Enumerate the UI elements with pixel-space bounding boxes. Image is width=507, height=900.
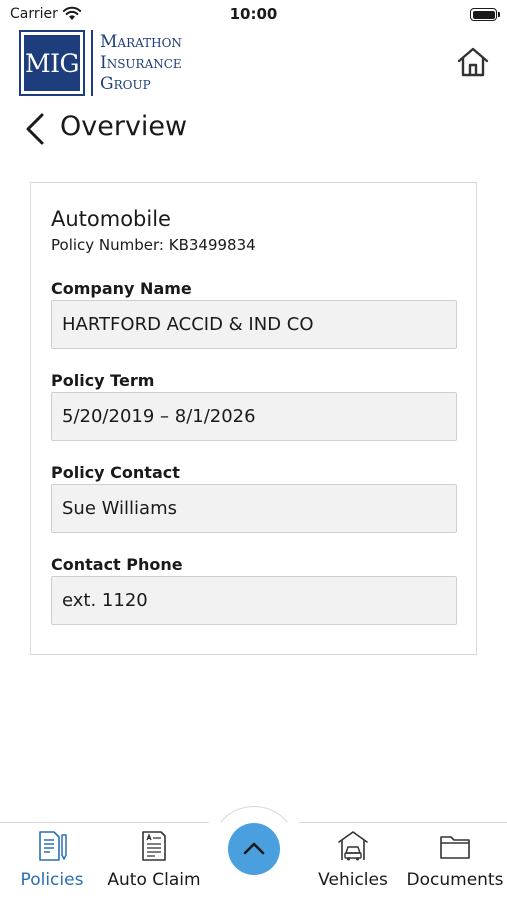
logo-line-3: Group — [100, 74, 151, 94]
tab-label-vehicles: Vehicles — [318, 870, 388, 890]
logo-wordmark: Marathon Insurance Group — [100, 32, 182, 95]
policy-number: Policy Number: KB3499834 — [51, 236, 256, 254]
folder-icon — [440, 836, 470, 859]
tab-label-policies: Policies — [20, 870, 84, 890]
logo-line-2: Insurance — [100, 53, 182, 73]
status-time: 10:00 — [229, 5, 278, 23]
battery-icon — [470, 8, 500, 21]
policy-type: Automobile — [51, 207, 171, 231]
tab-policies[interactable]: Policies — [8, 823, 96, 900]
policy-card: Automobile Policy Number: KB3499834 Comp… — [30, 182, 477, 655]
page-title: Overview — [60, 111, 188, 142]
tab-documents[interactable]: Documents — [405, 823, 505, 900]
company-name-label: Company Name — [51, 279, 192, 298]
logo-divider — [91, 30, 93, 96]
policy-term-label: Policy Term — [51, 371, 155, 390]
policy-document-icon — [39, 831, 67, 861]
chevron-up-icon — [243, 842, 265, 855]
auto-claim-form-icon — [142, 831, 166, 861]
policy-term-field: 5/20/2019 – 8/1/2026 — [51, 392, 457, 441]
logo-mark: MIG — [19, 30, 85, 96]
expand-menu-button[interactable] — [228, 823, 280, 875]
company-logo: MIG Marathon Insurance Group — [19, 30, 219, 96]
back-chevron-icon[interactable] — [22, 112, 50, 146]
contact-phone-field: ext. 1120 — [51, 576, 457, 625]
logo-initials: MIG — [24, 35, 80, 91]
policy-contact-field: Sue Williams — [51, 484, 457, 533]
tab-label-auto-claim: Auto Claim — [107, 870, 201, 890]
policy-contact-label: Policy Contact — [51, 463, 180, 482]
tab-label-documents: Documents — [406, 870, 504, 890]
company-name-field: HARTFORD ACCID & IND CO — [51, 300, 457, 349]
logo-line-1: Marathon — [100, 32, 182, 52]
status-bar: Carrier 10:00 — [0, 0, 507, 28]
contact-phone-label: Contact Phone — [51, 555, 183, 574]
tab-auto-claim[interactable]: Auto Claim — [104, 823, 204, 900]
tab-vehicles[interactable]: Vehicles — [308, 823, 398, 900]
garage-car-icon — [338, 831, 368, 861]
home-icon[interactable] — [455, 44, 491, 80]
